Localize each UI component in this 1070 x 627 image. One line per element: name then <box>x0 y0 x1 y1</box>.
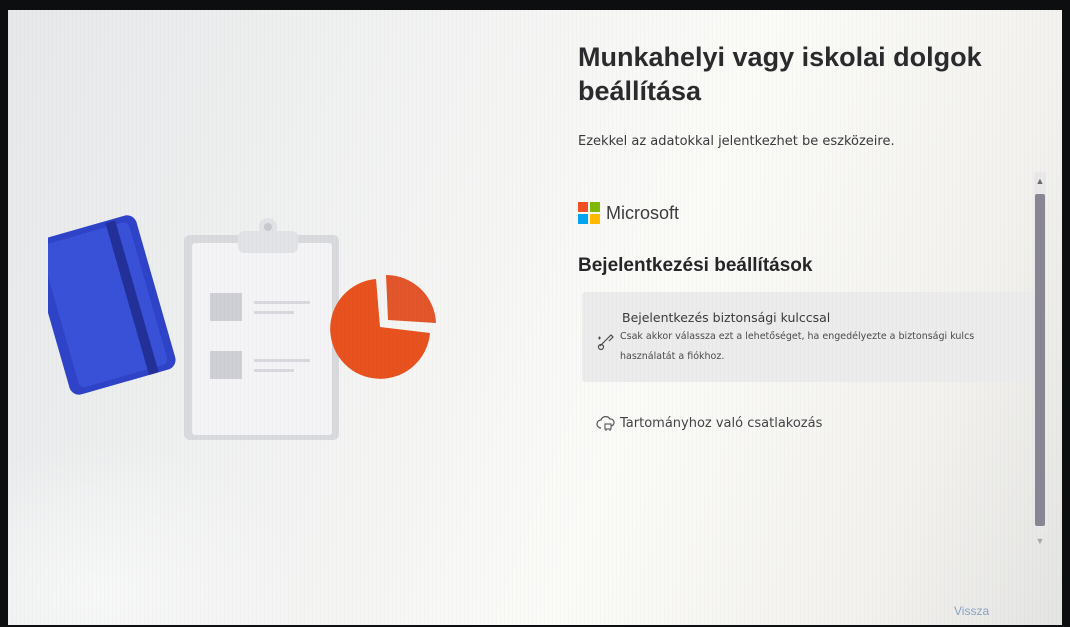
security-key-sign-in-option[interactable]: Bejelentkezés biztonsági kulccsal Csak a… <box>582 292 1034 382</box>
security-key-icon <box>597 334 614 351</box>
security-key-option-title: Bejelentkezés biztonsági kulccsal <box>622 310 831 325</box>
microsoft-logo-icon <box>578 202 600 224</box>
page-subtitle: Ezekkel az adatokkal jelentkezhet be esz… <box>578 134 895 149</box>
clipboard-icon <box>184 218 339 440</box>
join-domain-option-title: Tartományhoz való csatlakozás <box>620 415 823 431</box>
security-key-option-description: Csak akkor válassza ezt a lehetőséget, h… <box>620 331 975 362</box>
logo-square-yellow <box>590 214 600 224</box>
domain-join-icon <box>596 416 615 431</box>
page-title: Munkahelyi vagy iskolai dolgok beállítás… <box>578 42 982 106</box>
back-button[interactable]: Vissza <box>954 604 989 618</box>
scroll-up-arrow-icon[interactable]: ▲ <box>1034 174 1046 188</box>
logo-square-red <box>578 202 588 212</box>
screen-glare <box>8 440 308 625</box>
scrollbar-thumb[interactable] <box>1035 194 1045 526</box>
logo-square-blue <box>578 214 588 224</box>
oobe-screen: Munkahelyi vagy iskolai dolgok beállítás… <box>8 10 1062 625</box>
options-scrollbar[interactable]: ▲ ▼ <box>1030 172 1050 546</box>
notebook-icon <box>48 215 176 395</box>
scroll-down-arrow-icon[interactable]: ▼ <box>1034 534 1046 548</box>
join-domain-option[interactable]: Tartományhoz való csatlakozás <box>582 406 1034 440</box>
logo-square-green <box>590 202 600 212</box>
sign-in-options-heading: Bejelentkezési beállítások <box>578 255 813 276</box>
microsoft-name: Microsoft <box>606 202 680 223</box>
security-key-option-text: Bejelentkezés biztonsági kulccsal Csak a… <box>620 292 1020 367</box>
work-school-illustration <box>48 215 436 440</box>
join-domain-option-text: Tartományhoz való csatlakozás <box>620 416 822 431</box>
pie-chart-icon <box>330 275 436 379</box>
microsoft-brand: Microsoft <box>578 202 679 224</box>
